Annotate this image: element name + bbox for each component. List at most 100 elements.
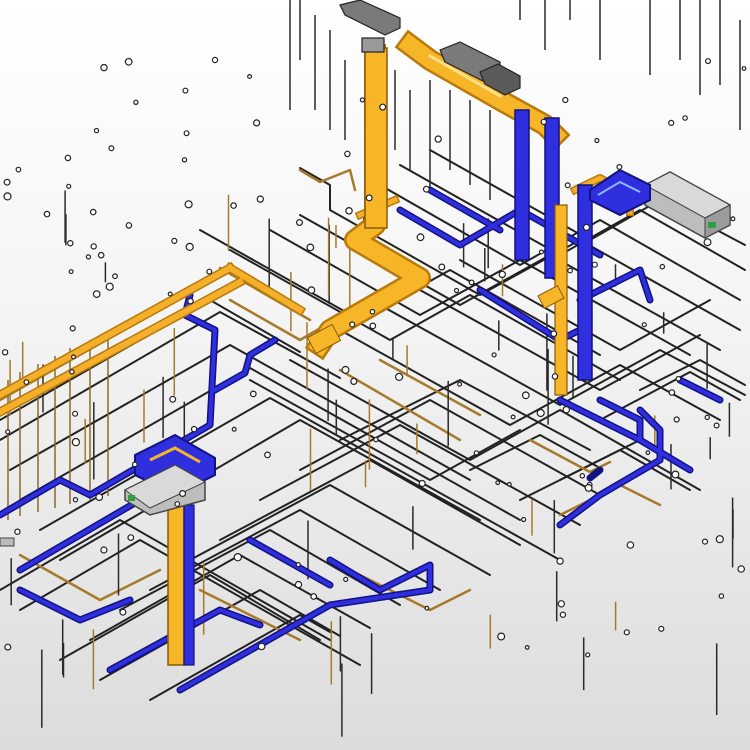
pipe-connection-node bbox=[658, 625, 665, 632]
pipe-connection-node bbox=[557, 600, 566, 608]
pipe-connection-node bbox=[3, 178, 11, 186]
pipe-connection-node bbox=[359, 97, 365, 103]
pipe-connection-node bbox=[343, 576, 349, 583]
pipe-connection-node bbox=[473, 450, 480, 456]
pipe-connection-node bbox=[23, 379, 30, 386]
pipe-connection-node bbox=[5, 429, 11, 435]
pipe-connection-node bbox=[497, 632, 506, 641]
status-indicator-icon bbox=[128, 495, 135, 501]
pipe-connection-node bbox=[550, 330, 558, 338]
pipe-connection-node bbox=[3, 192, 12, 201]
pipe-connection-node bbox=[540, 118, 548, 126]
pipe-connection-node bbox=[434, 135, 442, 143]
air-handling-unit-west[interactable] bbox=[124, 433, 216, 516]
pipe-connection-node bbox=[294, 580, 303, 589]
pipe-connection-node bbox=[457, 381, 463, 387]
pipe-connection-node bbox=[507, 481, 512, 487]
pipe-connection-node bbox=[582, 223, 591, 231]
pipe-connection-node bbox=[668, 119, 675, 127]
pipe-connection-node bbox=[737, 565, 746, 573]
pipe-connection-node bbox=[424, 605, 430, 611]
pipe-connection-node bbox=[206, 268, 213, 275]
pipe-connection-node bbox=[72, 497, 79, 503]
pipe-connection-node bbox=[718, 593, 725, 599]
pipe-connection-node bbox=[704, 414, 710, 421]
pipe-connection-node bbox=[108, 145, 115, 152]
pipe-connection-node bbox=[365, 194, 373, 202]
pipe-connection-node bbox=[100, 63, 108, 72]
pipe-connection-node bbox=[510, 414, 516, 420]
pipe-connection-node bbox=[438, 263, 446, 271]
pipe-connection-node bbox=[682, 115, 688, 121]
pipe-connection-node bbox=[183, 130, 190, 137]
pipe-connection-node bbox=[453, 287, 460, 294]
pipe-connection-node bbox=[97, 251, 105, 259]
pipe-connection-node bbox=[295, 561, 301, 568]
pipe-connection-node bbox=[187, 297, 194, 305]
pipe-connection-node bbox=[701, 538, 709, 545]
pipe-connection-node bbox=[671, 470, 680, 479]
pipe-connection-node bbox=[559, 611, 567, 618]
pipe-connection-node bbox=[520, 516, 527, 523]
pipe-connection-node bbox=[551, 373, 559, 380]
pipe-connection-node bbox=[100, 546, 108, 554]
pipe-connection-node bbox=[211, 56, 219, 64]
pipe-connection-node bbox=[626, 541, 635, 549]
pipe-connection-node bbox=[310, 593, 318, 600]
pipe-connection-node bbox=[4, 643, 12, 651]
pipe-connection-node bbox=[567, 267, 573, 274]
pipe-connection-node bbox=[350, 377, 358, 385]
pipe-connection-node bbox=[249, 390, 257, 398]
pipe-connection-node bbox=[659, 263, 666, 270]
pipe-connection-node bbox=[93, 127, 100, 134]
pipe-connection-node bbox=[730, 216, 736, 222]
pipe-connection-node bbox=[1, 349, 9, 356]
pipe-connection-node bbox=[668, 389, 676, 396]
pipe-connection-node bbox=[704, 58, 711, 65]
pipe-connection-node bbox=[105, 282, 114, 291]
pipe-connection-node bbox=[167, 291, 173, 297]
pipe-connection-node bbox=[562, 96, 569, 104]
pipe-connection-node bbox=[182, 87, 189, 94]
pipe-connection-node bbox=[92, 290, 101, 299]
model-viewport[interactable] bbox=[0, 0, 750, 750]
pipe-connection-node bbox=[68, 269, 74, 275]
pipe-connection-node bbox=[498, 270, 506, 279]
pipe-connection-node bbox=[395, 372, 404, 381]
pipe-connection-node bbox=[95, 493, 104, 502]
pipe-connection-node bbox=[591, 261, 598, 268]
pipe-connection-node bbox=[673, 416, 680, 423]
pipe-connection-node bbox=[341, 365, 350, 374]
pipe-connection-node bbox=[715, 535, 724, 544]
pipe-connection-node bbox=[231, 426, 237, 432]
pipe-connection-node bbox=[369, 322, 377, 330]
pipe-connection-node bbox=[564, 182, 571, 189]
pipe-connection-node bbox=[616, 164, 623, 171]
pipe-connection-node bbox=[536, 408, 545, 418]
pipe-connection-node bbox=[171, 237, 178, 244]
pipe-connection-node bbox=[119, 608, 127, 616]
pipe-connection-node bbox=[741, 66, 747, 71]
pipe-connection-node bbox=[71, 437, 81, 447]
pipe-connection-node bbox=[70, 354, 76, 360]
pipe-connection-node bbox=[416, 233, 425, 242]
mep-isometric-model[interactable] bbox=[0, 0, 750, 750]
pipe-connection-node bbox=[69, 368, 75, 375]
pipe-connection-node bbox=[85, 254, 92, 260]
pipe-connection-node bbox=[67, 239, 74, 247]
pipe-connection-node bbox=[131, 461, 138, 468]
pipe-connection-node bbox=[675, 375, 682, 382]
pipe-connection-node bbox=[349, 321, 356, 328]
pipe-connection-node bbox=[562, 405, 571, 414]
pipe-connection-node bbox=[379, 103, 387, 111]
pipe-connection-node bbox=[253, 119, 261, 127]
pipe-connection-node bbox=[306, 243, 315, 252]
pipe-connection-node bbox=[66, 183, 72, 189]
pipe-connection-node bbox=[556, 557, 564, 565]
pipe-connection-node bbox=[345, 207, 353, 215]
pipe-connection-node bbox=[524, 645, 530, 650]
pipe-connection-node bbox=[584, 483, 593, 492]
pipe-connection-node bbox=[373, 436, 379, 443]
pipe-connection-node bbox=[64, 154, 72, 162]
pipe-connection-node bbox=[585, 652, 591, 658]
